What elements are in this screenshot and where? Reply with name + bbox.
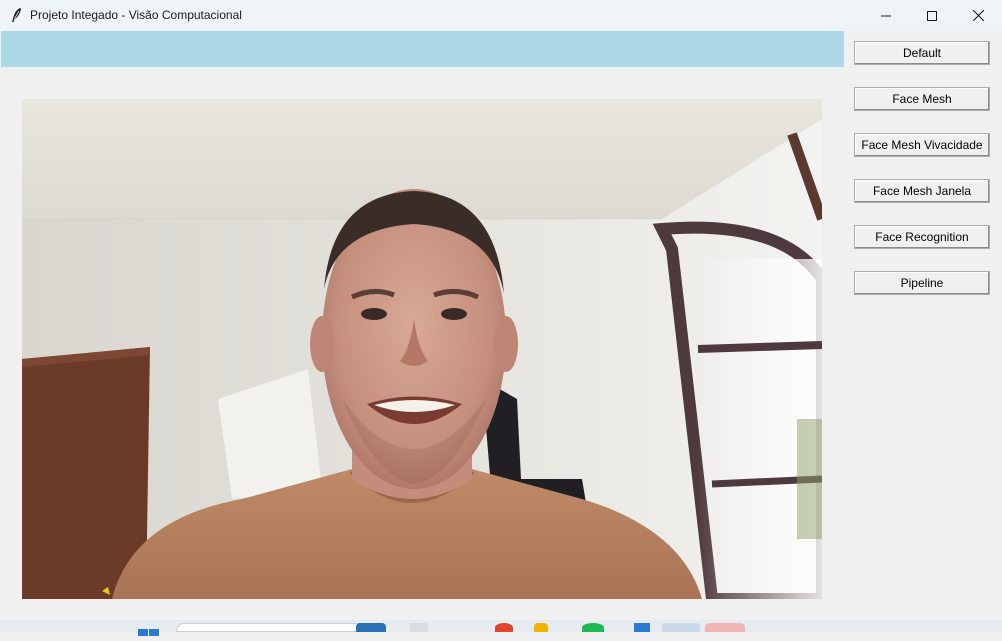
taskbar-search-box[interactable]: [176, 623, 386, 632]
taskbar-app-icon[interactable]: [495, 623, 513, 632]
maximize-button[interactable]: [909, 0, 955, 31]
face-mesh-button[interactable]: Face Mesh: [854, 87, 990, 111]
webcam-image: [22, 99, 822, 599]
taskbar-app-icon[interactable]: [534, 623, 548, 632]
default-button[interactable]: Default: [854, 41, 990, 65]
minimize-icon: [881, 15, 891, 16]
taskbar-app-icon[interactable]: [582, 623, 604, 632]
app-window: Projeto Integado - Visão Computacional D…: [0, 0, 1002, 620]
minimize-button[interactable]: [863, 0, 909, 31]
taskbar-app-icon[interactable]: [634, 623, 650, 632]
webcam-video-frame: [22, 99, 822, 599]
feather-icon: [12, 8, 21, 22]
window-title: Projeto Integado - Visão Computacional: [30, 8, 242, 22]
taskbar-app-icon[interactable]: [356, 623, 386, 632]
status-label: [1, 31, 844, 67]
windows-start-icon[interactable]: [138, 623, 160, 636]
os-taskbar: [0, 620, 1002, 636]
taskbar-app-icon[interactable]: [410, 623, 428, 632]
face-mesh-janela-button[interactable]: Face Mesh Janela: [854, 179, 990, 203]
pipeline-button[interactable]: Pipeline: [854, 271, 990, 295]
taskbar-app-icon[interactable]: [705, 623, 745, 632]
close-button[interactable]: [955, 0, 1001, 31]
face-recognition-button[interactable]: Face Recognition: [854, 225, 990, 249]
maximize-icon: [927, 10, 937, 21]
title-bar[interactable]: Projeto Integado - Visão Computacional: [0, 0, 1002, 31]
face-mesh-vivacidade-button[interactable]: Face Mesh Vivacidade: [854, 133, 990, 157]
close-icon: [972, 10, 984, 21]
taskbar-app-icon[interactable]: [662, 623, 700, 632]
